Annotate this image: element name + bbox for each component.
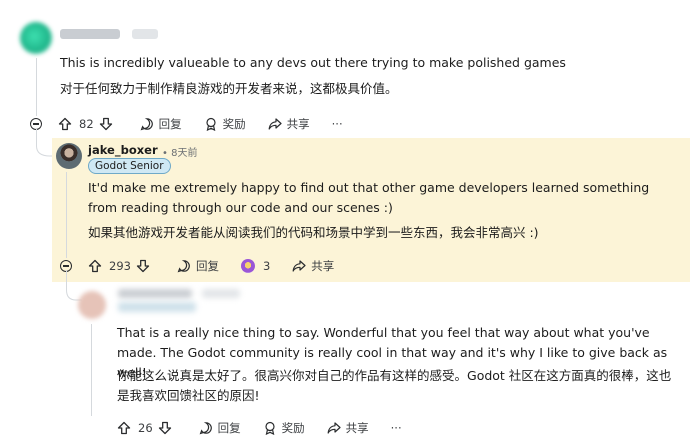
share-button[interactable]: 共享 [327, 420, 369, 436]
username-blurred[interactable] [60, 29, 120, 39]
avatar[interactable] [20, 22, 52, 54]
vote-count: 26 [138, 421, 153, 435]
downvote-icon[interactable] [136, 259, 150, 273]
timestamp-blurred [202, 289, 240, 298]
downvote-icon[interactable] [99, 117, 113, 131]
award-button[interactable]: 3 [240, 259, 271, 273]
username[interactable]: jake_boxer [88, 143, 158, 157]
reply-icon [199, 422, 212, 435]
share-label: 共享 [286, 117, 310, 131]
share-label: 共享 [345, 421, 369, 435]
comment-text-en: It'd make me extremely happy to find out… [88, 180, 650, 215]
upvote-icon[interactable] [117, 421, 131, 435]
share-icon [327, 422, 341, 434]
comment-actions: 26 回复 奖励 共享 ··· [117, 420, 424, 436]
upvote-icon[interactable] [58, 117, 72, 131]
user-flair: Godot Senior [88, 158, 171, 174]
reply-button[interactable]: 回复 [199, 420, 241, 436]
share-icon [292, 260, 306, 272]
award-icon [206, 117, 216, 131]
vote-count: 293 [109, 259, 131, 273]
share-button[interactable]: 共享 [268, 116, 310, 132]
thread-line[interactable] [66, 172, 67, 258]
reply-button[interactable]: 回复 [177, 258, 219, 274]
comment-text-zh: 对于任何致力于制作精良游戏的开发者来说，这都极具价值。 [60, 81, 398, 96]
user-flair-blurred [118, 302, 196, 312]
reply-label: 回复 [217, 421, 241, 435]
comment-actions: 293 回复 3 共享 [60, 258, 356, 274]
share-icon [268, 118, 282, 130]
vote-count: 82 [79, 117, 94, 131]
reply-label: 回复 [195, 259, 219, 273]
vote-group: 82 [58, 117, 118, 131]
upvote-icon[interactable] [88, 259, 102, 273]
timestamp-blurred [132, 29, 158, 39]
avatar[interactable] [56, 143, 82, 169]
downvote-icon[interactable] [158, 421, 172, 435]
share-button[interactable]: 共享 [292, 258, 334, 274]
comment-text-en: This is incredibly valueable to any devs… [60, 55, 566, 70]
comment-text-zh: 你能这么说真是太好了。很高兴你对自己的作品有这样的感受。Godot 社区在这方面… [117, 368, 672, 403]
award-icon [240, 259, 255, 273]
award-icon [265, 421, 275, 435]
reply-icon [177, 260, 190, 273]
thread-line[interactable] [36, 58, 37, 116]
reply-icon [140, 118, 153, 131]
share-label: 共享 [311, 259, 335, 273]
timestamp: • 8天前 [162, 148, 198, 159]
reply-button[interactable]: 回复 [140, 116, 182, 132]
more-options-button[interactable]: ··· [391, 421, 402, 435]
comment-actions: 82 回复 奖励 共享 ··· [30, 116, 365, 132]
reply-label: 回复 [158, 117, 182, 131]
username-blurred[interactable] [118, 289, 192, 298]
award-button[interactable]: 奖励 [204, 116, 246, 132]
award-label: 奖励 [222, 117, 246, 131]
more-options-button[interactable]: ··· [332, 117, 343, 131]
award-button[interactable]: 奖励 [263, 420, 305, 436]
vote-group: 293 [88, 259, 155, 273]
vote-group: 26 [117, 421, 177, 435]
avatar[interactable] [78, 291, 106, 319]
thread-line[interactable] [91, 324, 92, 416]
more-icon: ··· [390, 421, 402, 435]
comment-text-zh: 如果其他游戏开发者能从阅读我们的代码和场景中学到一些东西，我会非常高兴 :) [88, 225, 539, 240]
award-label: 奖励 [281, 421, 305, 435]
award-count: 3 [262, 259, 271, 273]
more-icon: ··· [331, 117, 343, 131]
